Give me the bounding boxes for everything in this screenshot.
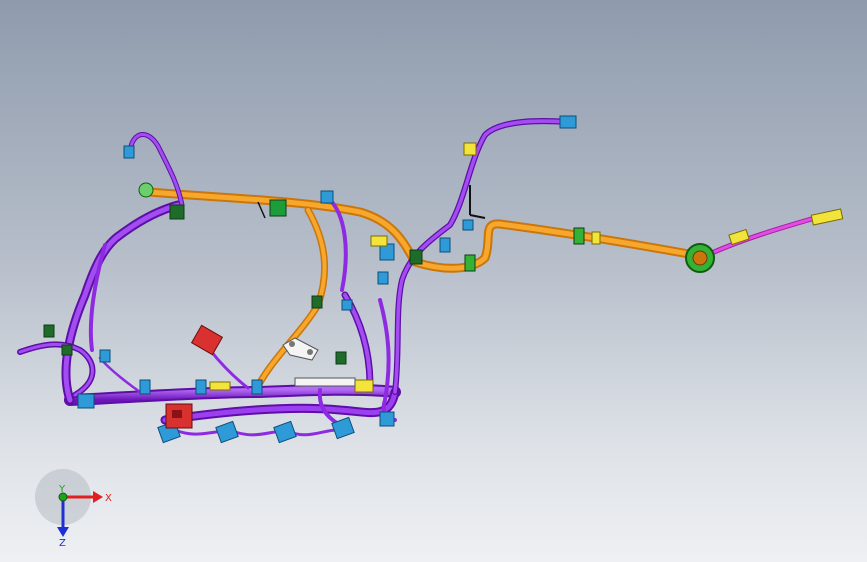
z-axis-label: Z [59, 538, 66, 549]
orientation-triad: X Z Y [35, 469, 112, 549]
3d-viewport[interactable]: X Z Y [0, 0, 867, 562]
y-axis-label: Y [58, 484, 66, 495]
x-axis-label: X [105, 493, 112, 504]
